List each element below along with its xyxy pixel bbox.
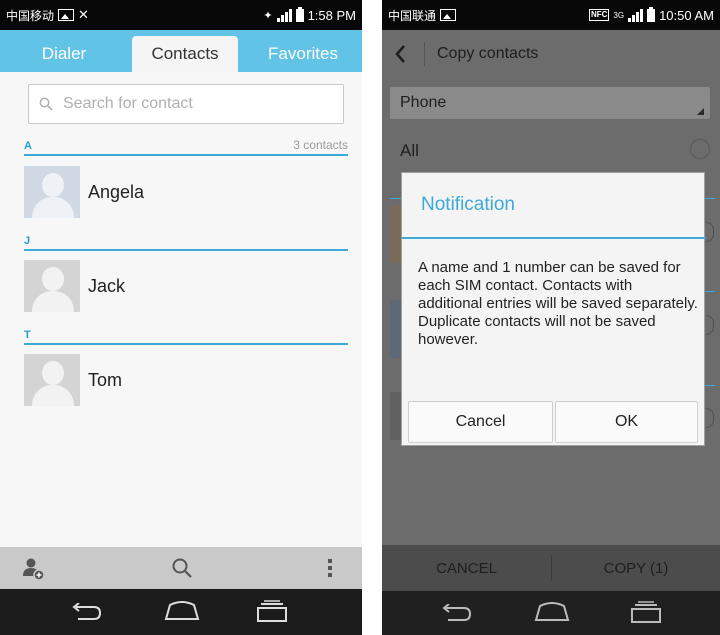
header-divider [424, 42, 425, 66]
tab-bar: Dialer Contacts Favorites [0, 30, 362, 72]
recent-apps-icon[interactable] [630, 601, 662, 623]
bottom-toolbar [0, 547, 362, 589]
back-icon[interactable] [70, 603, 102, 621]
network-type: 3G [613, 10, 625, 20]
home-icon[interactable] [164, 601, 200, 621]
dialog-title: Notification [402, 173, 706, 239]
section-letter: J [24, 235, 31, 247]
list-item[interactable]: Angela [24, 166, 348, 218]
add-contact-icon[interactable] [22, 557, 46, 581]
contact-name: Angela [88, 181, 145, 202]
header: Copy contacts [382, 30, 720, 78]
signal-icon [628, 8, 644, 22]
section-letter: A [24, 140, 32, 152]
tab-favorites[interactable]: Favorites [244, 36, 362, 72]
search-placeholder: Search for contact [63, 95, 193, 112]
more-icon[interactable] [327, 558, 333, 578]
signal-icon [276, 8, 292, 22]
select-all-label: All [400, 141, 419, 160]
copy-contacts-screen: 中国联通 NFC 3G 10:50 AM Copy contacts Phone… [382, 0, 720, 635]
list-item[interactable]: Tom [24, 354, 348, 406]
clock: 10:50 AM [659, 7, 714, 23]
cancel-button[interactable]: Cancel [408, 401, 553, 443]
image-notification-icon [440, 9, 457, 21]
copy-action-button[interactable]: COPY (1) [552, 545, 720, 591]
cancel-action-button[interactable]: CANCEL [382, 545, 551, 591]
section-letter: T [24, 329, 31, 341]
back-arrow-icon[interactable] [394, 44, 406, 64]
back-icon[interactable] [440, 604, 472, 622]
system-nav-bar [0, 589, 362, 635]
clock: 1:58 PM [307, 7, 356, 23]
carrier-label: 中国联通 [388, 8, 437, 23]
home-icon[interactable] [534, 602, 570, 622]
section-header-a: A 3 contacts [24, 138, 348, 156]
avatar [24, 354, 80, 406]
action-bar: CANCEL COPY (1) [382, 545, 720, 591]
list-item[interactable]: Jack [24, 260, 348, 312]
avatar [24, 260, 80, 312]
vibrate-icon: ✦ [263, 9, 273, 22]
source-select-value: Phone [400, 94, 447, 111]
select-all-radio[interactable] [690, 139, 710, 159]
item-radio-partial [706, 222, 714, 242]
page-title: Copy contacts [437, 45, 539, 62]
select-all-row[interactable]: All [400, 138, 712, 164]
ok-button[interactable]: OK [555, 401, 698, 443]
search-input[interactable]: Search for contact [28, 84, 344, 124]
section-header-t: T [24, 327, 348, 345]
tab-dialer[interactable]: Dialer [0, 36, 128, 72]
contact-count: 3 contacts [293, 138, 348, 152]
tab-contacts[interactable]: Contacts [132, 36, 238, 72]
status-bar: 中国联通 NFC 3G 10:50 AM [382, 0, 720, 30]
system-nav-bar [382, 591, 720, 635]
avatar [24, 166, 80, 218]
carrier-label: 中国移动 [6, 8, 55, 23]
search-icon[interactable] [171, 557, 193, 579]
status-bar: 中国移动 ✕ ✦ 1:58 PM [0, 0, 362, 30]
recent-apps-icon[interactable] [256, 600, 288, 622]
contact-name: Jack [88, 275, 126, 296]
contacts-screen: 中国移动 ✕ ✦ 1:58 PM Dialer Contacts Favorit… [0, 0, 362, 635]
source-select[interactable]: Phone [390, 87, 710, 119]
battery-icon [295, 6, 304, 22]
notification-dialog: Notification A name and 1 number can be … [401, 172, 706, 446]
image-notification-icon [58, 9, 75, 21]
contact-name: Tom [88, 369, 123, 390]
nfc-icon: NFC [588, 9, 610, 21]
battery-icon [647, 6, 656, 22]
section-header-j: J [24, 233, 348, 251]
search-icon [39, 97, 53, 111]
item-radio-partial [706, 408, 714, 428]
dialog-message: A name and 1 number can be saved for eac… [418, 259, 698, 348]
dropdown-corner-icon [697, 108, 704, 115]
missed-call-icon: ✕ [78, 7, 89, 22]
item-radio-partial [706, 315, 714, 335]
